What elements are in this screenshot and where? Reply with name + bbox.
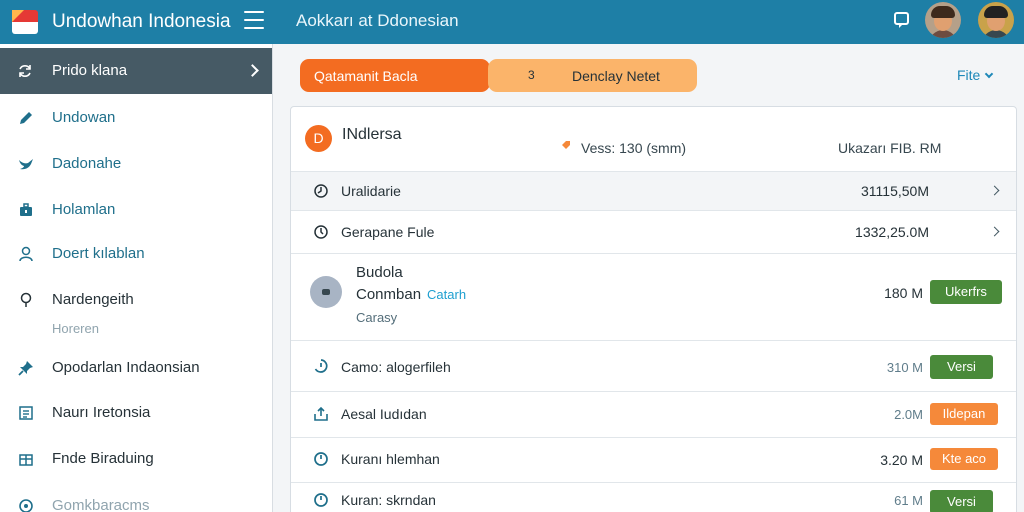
file-name: Camo: alogerfileh: [341, 359, 451, 375]
inbox-icon: [314, 406, 328, 421]
file-size: 2.0M: [894, 407, 923, 422]
clock-icon: [314, 184, 328, 198]
file-name: Aesal Iudıdan: [341, 406, 427, 422]
sidebar-item-label: Dadonahe: [52, 155, 122, 172]
chat-icon[interactable]: [894, 12, 909, 28]
table-row[interactable]: Kuran: skrndan 61 M Versi: [291, 483, 1016, 512]
chevron-down-icon: [985, 69, 994, 79]
sidebar-item-dadonahe[interactable]: Dadonahe: [0, 144, 272, 184]
file-size: 310 M: [886, 360, 923, 375]
package-size: Ukazarı FIB. RM: [838, 140, 942, 156]
chevron-right-icon: [989, 185, 1000, 196]
sidebar-item-label: Naurı Iretonsia: [52, 404, 151, 421]
user-company: Conmban Catarh: [356, 286, 466, 303]
user-link[interactable]: Catarh: [427, 287, 466, 302]
version-button[interactable]: Versi: [930, 490, 993, 512]
clock-icon: [314, 493, 328, 507]
clock-icon: [314, 225, 328, 239]
package-badge: D: [305, 125, 332, 152]
location-pin-icon: [20, 292, 32, 307]
filter-dropdown[interactable]: Fite: [957, 67, 994, 83]
bird-icon: [19, 159, 33, 170]
pencil-icon: [20, 112, 32, 124]
file-size: 31115,50M: [861, 183, 929, 199]
second-user-avatar[interactable]: [978, 2, 1014, 38]
user-note: Carasy: [356, 310, 398, 325]
file-name: Kuranı hlemhan: [341, 451, 440, 467]
sidebar-item-undowan[interactable]: Undowan: [0, 98, 272, 138]
sidebar-item-label: Nardengeith: [52, 291, 134, 308]
package-title: INdlersa: [342, 126, 402, 143]
file-panel: D INdlersa Vess: 130 (smm) Ukazarı FIB. …: [290, 106, 1017, 512]
sidebar-item-nauri[interactable]: Naurı Iretonsia: [0, 393, 272, 433]
version-button[interactable]: Versi: [930, 355, 993, 379]
sidebar-item-opodarlan[interactable]: Opodarlan Indaonsian: [0, 348, 272, 388]
sidebar-item-label: Holamlan: [52, 201, 116, 218]
table-row[interactable]: Gerapane Fule 1332,25.0M: [291, 211, 1016, 253]
update-button[interactable]: Ildepan: [930, 403, 998, 425]
file-size: 3.20 M: [880, 452, 923, 468]
file-name: Kuran: skrndan: [341, 492, 436, 508]
clock-icon: [314, 452, 328, 466]
user-action-button[interactable]: Ukerfrs: [930, 280, 1002, 304]
sidebar-item-fnde[interactable]: Fnde Biraduing: [0, 439, 272, 479]
refresh-icon: [19, 65, 31, 77]
package-version: Vess: 130 (smm): [581, 140, 687, 156]
box-icon: [19, 454, 33, 466]
file-size: 1332,25.0M: [855, 224, 929, 240]
hamburger-menu-icon[interactable]: [244, 11, 264, 29]
brand[interactable]: Undowhan Indonesia: [0, 0, 273, 44]
display-pill-button[interactable]: 3 Denclay Netet: [488, 59, 697, 92]
top-bar: Undowhan Indonesia Aokkarı at Ddonesian: [0, 0, 1024, 44]
sidebar-item-holamlan[interactable]: Holamlan: [0, 190, 272, 230]
sidebar-item-label: Doert kılablan: [52, 245, 145, 262]
tag-icon: [562, 141, 570, 149]
sidebar-header[interactable]: Prido klana: [0, 48, 272, 94]
sidebar: Prido klana Undowan Dadonahe Holamlan Do…: [0, 44, 273, 512]
pill-count: 3: [528, 68, 535, 82]
filter-label: Fite: [957, 67, 981, 83]
page-heading: Aokkarı at Ddonesian: [296, 11, 459, 30]
table-row[interactable]: Uralidarie 31115,50M: [291, 172, 1016, 210]
chevron-right-icon: [246, 64, 259, 77]
timer-icon: [314, 359, 328, 373]
app-title: Undowhan Indonesia: [52, 11, 231, 32]
sidebar-item-gomkbaracms[interactable]: Gomkbaracms: [0, 486, 272, 512]
user-row[interactable]: Budola Conmban Catarh Carasy 180 M Ukerfr…: [291, 254, 1016, 340]
file-size: 180 M: [884, 285, 923, 301]
sidebar-item-label: Opodarlan Indaonsian: [52, 359, 200, 376]
queue-button[interactable]: Kte aco: [930, 448, 998, 470]
search-pill-label: Qatamanit Bacla: [314, 68, 418, 84]
table-row[interactable]: Kuranı hlemhan 3.20 M Kte aco: [291, 438, 1016, 482]
chevron-right-icon: [989, 226, 1000, 237]
refresh-icon: [19, 499, 33, 512]
user-company-name: Conmban: [356, 286, 422, 303]
pin-icon: [18, 361, 33, 376]
sidebar-sub-label: Horeren: [52, 321, 99, 336]
briefcase-icon: [20, 203, 32, 216]
sidebar-header-label: Prido klana: [52, 62, 128, 79]
user-name: Budola: [356, 264, 403, 281]
search-pill-button[interactable]: Qatamanit Bacla: [300, 59, 490, 92]
pill-label: Denclay Netet: [572, 68, 660, 84]
file-size: 61 M: [894, 493, 923, 508]
sidebar-item-nardengeith[interactable]: Nardengeith: [0, 280, 272, 320]
user-avatar[interactable]: [925, 2, 961, 38]
file-name: Uralidarie: [341, 183, 401, 199]
list-icon: [19, 406, 33, 420]
avatar: [310, 276, 342, 308]
flag-logo-icon: [10, 7, 40, 37]
file-name: Gerapane Fule: [341, 224, 435, 240]
table-row[interactable]: Aesal Iudıdan 2.0M Ildepan: [291, 392, 1016, 437]
table-row[interactable]: Camo: alogerfileh 310 M Versi: [291, 341, 1016, 391]
sidebar-item-label: Gomkbaracms: [52, 497, 150, 512]
sidebar-item-label: Fnde Biraduing: [52, 450, 154, 467]
sidebar-item-doert[interactable]: Doert kılablan: [0, 234, 272, 274]
sidebar-item-label: Undowan: [52, 109, 116, 126]
user-icon: [19, 246, 33, 262]
